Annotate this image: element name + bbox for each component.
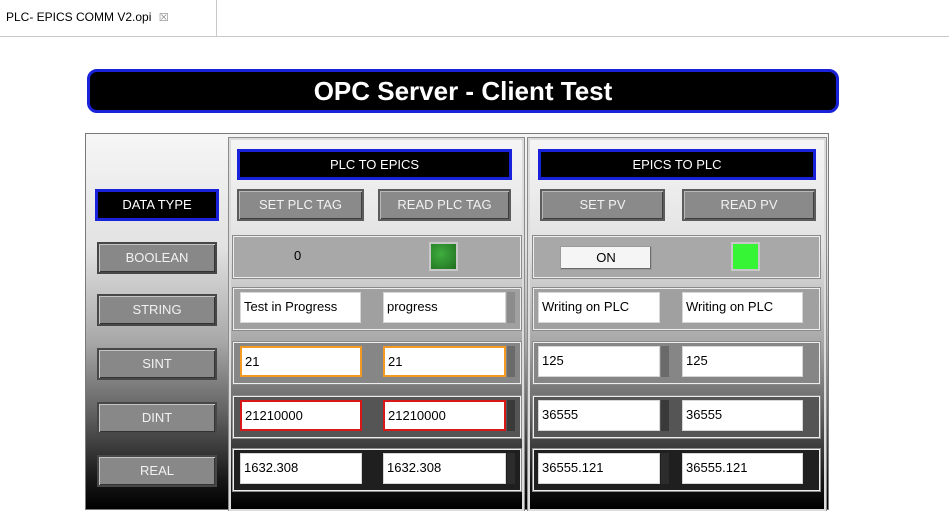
sint-set-plc-field[interactable]: 21	[240, 346, 362, 377]
real-set-plc-field[interactable]: 1632.308	[240, 453, 362, 484]
tab-title: PLC- EPICS COMM V2.opi	[6, 10, 152, 24]
dint-read-pv-field: 36555	[682, 400, 803, 431]
dint-epics-stub	[661, 400, 669, 431]
sint-plc-stub	[507, 346, 515, 377]
opi-canvas: OPC Server - Client Test PLC TO EPICS EP…	[0, 37, 949, 511]
string-set-pv-field[interactable]: Writing on PLC	[538, 292, 660, 323]
boolean-read-pv-led	[731, 242, 760, 271]
dint-label-button[interactable]: DINT	[97, 402, 217, 434]
boolean-row-plc	[232, 235, 522, 279]
tab-close-icon[interactable]: ☒	[159, 12, 169, 24]
dint-set-plc-field[interactable]: 21210000	[240, 400, 362, 431]
set-plc-tag-button[interactable]: SET PLC TAG	[237, 189, 364, 221]
set-pv-button[interactable]: SET PV	[540, 189, 665, 221]
boolean-on-button[interactable]: ON	[560, 246, 652, 270]
real-read-plc-field: 1632.308	[383, 453, 506, 484]
boolean-plc-value: 0	[294, 248, 302, 263]
string-set-plc-field[interactable]: Test in Progress	[240, 292, 361, 323]
real-epics-stub	[661, 453, 669, 484]
real-set-pv-field[interactable]: 36555.121	[538, 453, 660, 484]
plc-to-epics-header: PLC TO EPICS	[237, 149, 512, 180]
sint-read-pv-field: 125	[682, 346, 803, 377]
read-pv-button[interactable]: READ PV	[682, 189, 816, 221]
sint-epics-stub	[661, 346, 669, 377]
boolean-read-plc-led	[429, 242, 458, 271]
dint-read-plc-field: 21210000	[383, 400, 506, 431]
sint-set-pv-field[interactable]: 125	[538, 346, 660, 377]
string-label-button[interactable]: STRING	[97, 294, 217, 326]
editor-tab[interactable]: PLC- EPICS COMM V2.opi ☒	[0, 0, 217, 37]
string-plc-stub	[507, 292, 515, 323]
dint-set-pv-field[interactable]: 36555	[538, 400, 660, 431]
string-read-pv-field: Writing on PLC	[682, 292, 803, 323]
real-read-pv-field: 36555.121	[682, 453, 803, 484]
sint-label-button[interactable]: SINT	[97, 348, 217, 380]
editor-tab-bar: PLC- EPICS COMM V2.opi ☒	[0, 0, 949, 37]
main-panel: PLC TO EPICS EPICS TO PLC DATA TYPE SET …	[85, 133, 829, 511]
read-plc-tag-button[interactable]: READ PLC TAG	[378, 189, 511, 221]
data-type-header: DATA TYPE	[95, 189, 219, 221]
epics-to-plc-header: EPICS TO PLC	[538, 149, 816, 180]
boolean-label-button[interactable]: BOOLEAN	[97, 242, 217, 274]
string-read-plc-field: progress	[383, 292, 506, 323]
dint-plc-stub	[507, 400, 515, 431]
real-label-button[interactable]: REAL	[97, 455, 217, 487]
page-title: OPC Server - Client Test	[87, 69, 839, 113]
sint-read-plc-field: 21	[383, 346, 506, 377]
real-plc-stub	[507, 453, 515, 484]
